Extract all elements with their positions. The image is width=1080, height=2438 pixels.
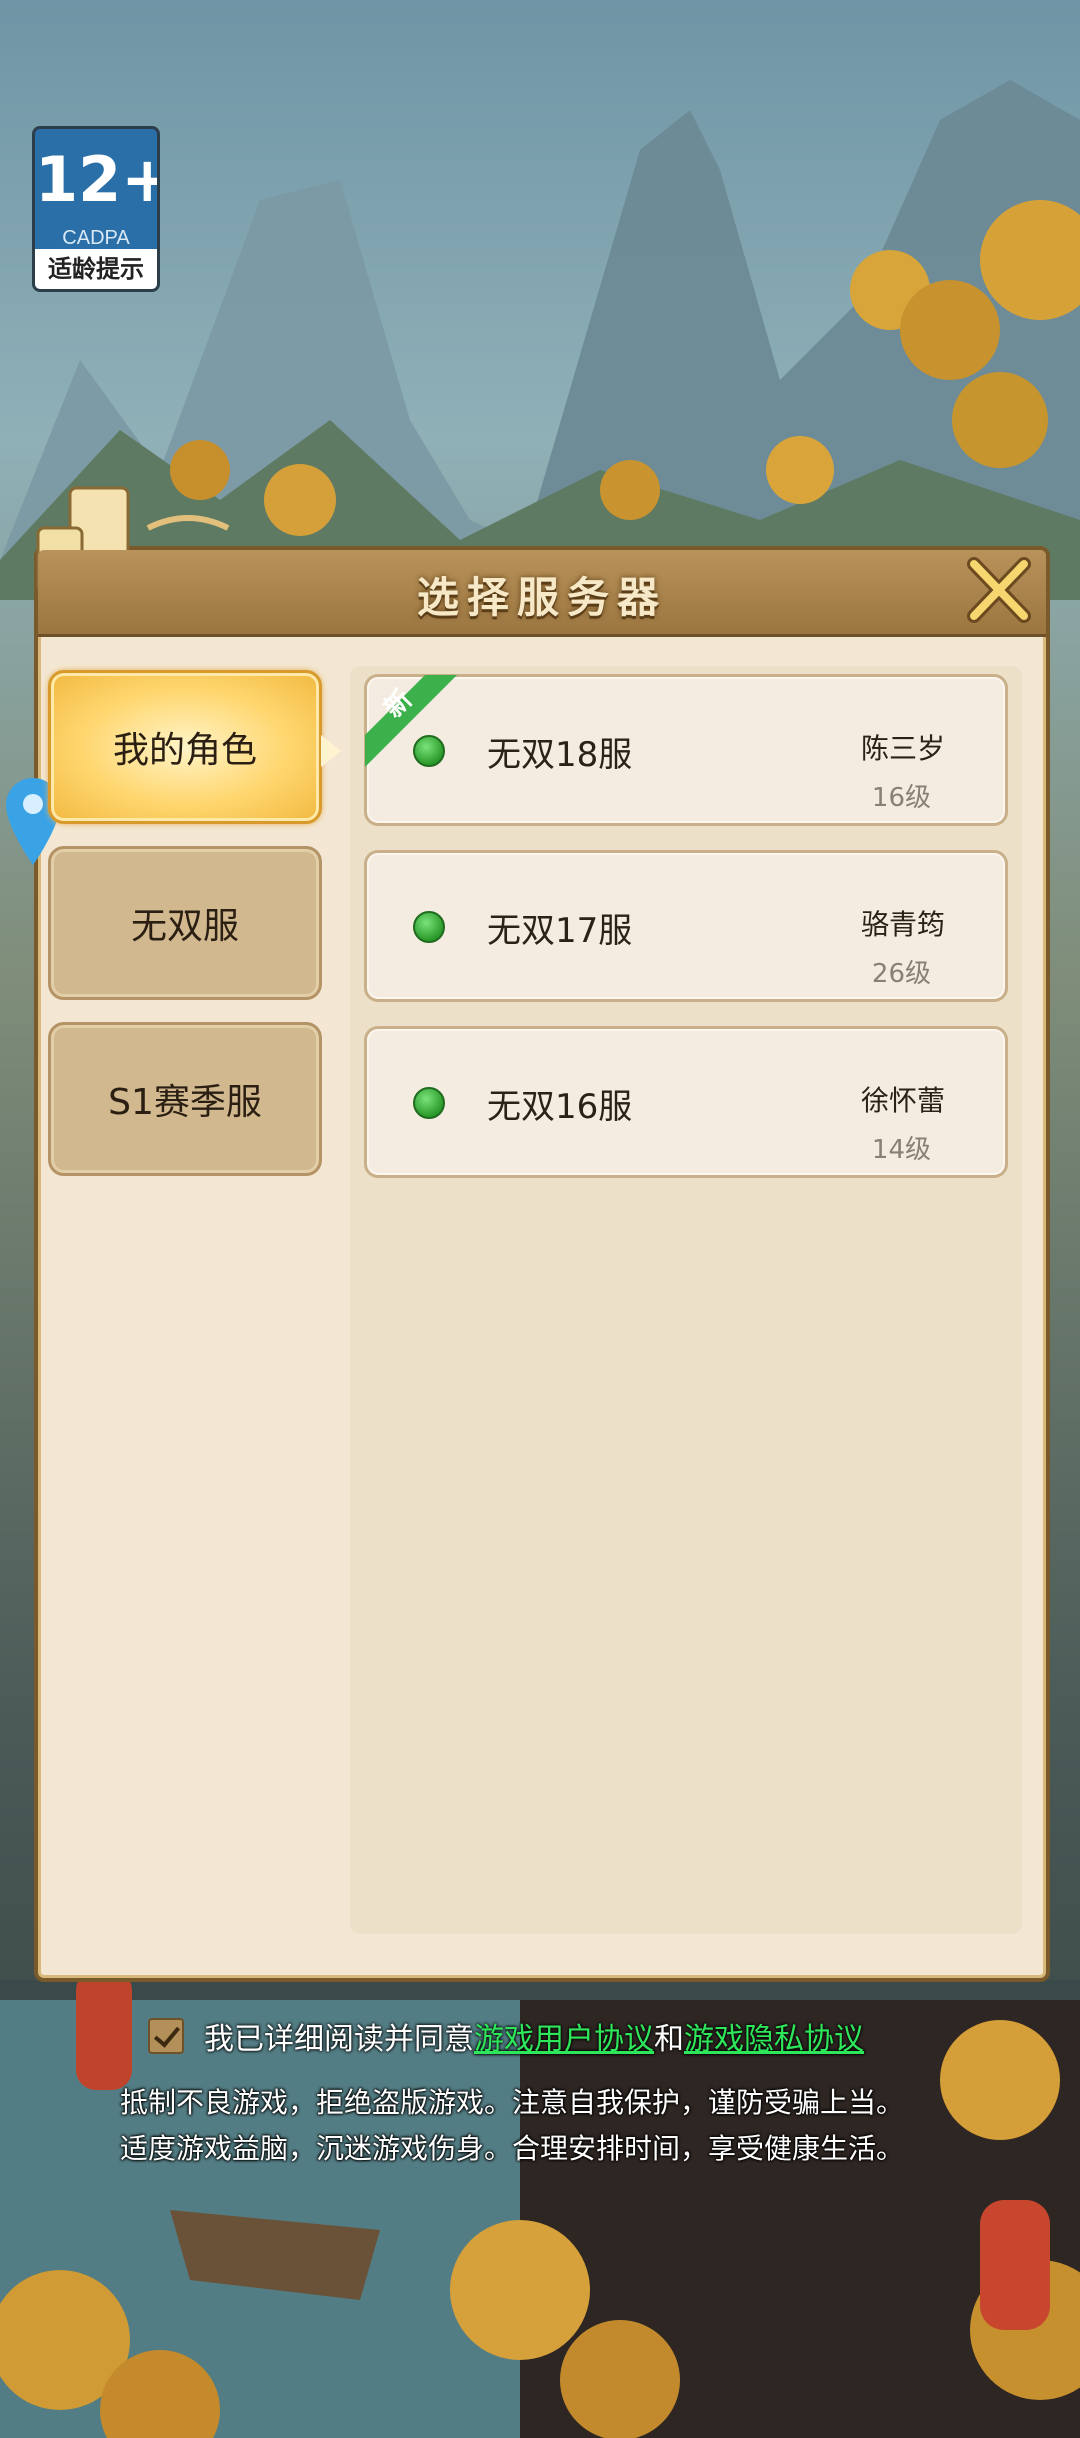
close-icon[interactable] <box>958 550 1038 630</box>
server-category-sidebar: 我的角色 无双服 S1赛季服 <box>6 670 370 1198</box>
server-status-icon <box>413 911 445 943</box>
sidebar-item-label: 我的角色 <box>112 730 257 771</box>
sidebar-item-label: 无双服 <box>130 906 239 947</box>
age-rating-badge[interactable]: 12+ CADPA 适龄提示 <box>32 126 160 292</box>
sidebar-item-my-roles[interactable]: 我的角色 <box>48 670 341 824</box>
agreement-and: 和 <box>654 2022 684 2057</box>
server-card-16[interactable]: 无双16服 徐怀蕾 14级 <box>364 1026 1008 1178</box>
player-level: 16级 <box>871 783 931 813</box>
health-gaming-notice: 抵制不良游戏，拒绝盗版游戏。注意自我保护，谨防受骗上当。 适度游戏益脑，沉迷游戏… <box>120 2080 904 2172</box>
notice-line-1: 抵制不良游戏，拒绝盗版游戏。注意自我保护，谨防受骗上当。 <box>120 2086 905 2119</box>
player-level: 14级 <box>871 1135 931 1165</box>
privacy-agreement-link[interactable]: 游戏隐私协议 <box>684 2014 864 2058</box>
dialog-title: 选择服务器 <box>416 573 667 622</box>
player-level: 26级 <box>871 959 931 989</box>
server-list: 新 无双18服 陈三岁 16级 无双17服 骆青筠 26级 无双16服 徐怀蕾 … <box>350 666 1022 1934</box>
server-status-icon <box>413 735 445 767</box>
server-name: 无双17服 <box>487 911 633 951</box>
notice-line-2: 适度游戏益脑，沉迷游戏伤身。合理安排时间，享受健康生活。 <box>120 2132 905 2165</box>
age-rating-org: CADPA <box>62 227 130 249</box>
player-name: 徐怀蕾 <box>860 1084 945 1117</box>
agreement-prefix: 我已详细阅读并同意 <box>204 2022 474 2057</box>
sidebar-item-label: S1赛季服 <box>108 1082 262 1123</box>
dialog-header: 选择服务器 <box>38 550 1046 637</box>
server-card-18[interactable]: 新 无双18服 陈三岁 16级 <box>364 674 1008 826</box>
agreement-row: 我已详细阅读并同意 游戏用户协议 和 游戏隐私协议 <box>148 2014 864 2058</box>
server-name: 无双16服 <box>487 1087 633 1127</box>
server-card-17[interactable]: 无双17服 骆青筠 26级 <box>364 850 1008 1002</box>
age-rating-tip: 适龄提示 <box>35 249 157 289</box>
agreement-checkbox[interactable] <box>148 2018 184 2054</box>
sidebar-item-s1-season-servers[interactable]: S1赛季服 <box>48 1022 322 1176</box>
player-name: 陈三岁 <box>860 732 945 765</box>
server-name: 无双18服 <box>487 735 633 775</box>
server-select-dialog: 选择服务器 我的角色 无双服 S1赛季服 新 无双18服 陈三岁 16级 无双1… <box>6 486 1050 1982</box>
user-agreement-link[interactable]: 游戏用户协议 <box>474 2014 654 2058</box>
server-status-icon <box>413 1087 445 1119</box>
player-name: 骆青筠 <box>860 908 945 941</box>
age-rating-number: 12+ <box>35 143 160 216</box>
sidebar-item-wushuang-servers[interactable]: 无双服 <box>48 846 322 1000</box>
